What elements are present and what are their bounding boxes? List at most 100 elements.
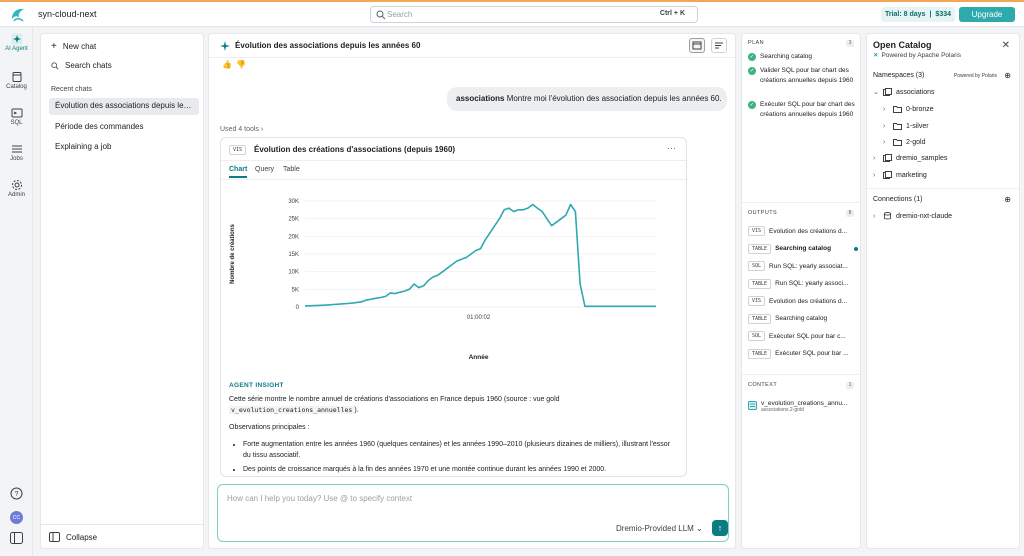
output-item[interactable]: TABLE Run SQL: yearly associ... xyxy=(748,277,858,291)
rail-admin[interactable]: Admin xyxy=(0,179,33,207)
user-message-context: associations xyxy=(456,94,505,103)
sparkle-icon xyxy=(220,41,230,51)
recent-chat-item[interactable]: Explaining a job xyxy=(49,139,199,156)
output-item[interactable]: SQL Exécuter SQL pour bar c... xyxy=(748,329,858,343)
namespaces-label: Namespaces (3) xyxy=(873,72,925,79)
top-bar: syn-cloud-next Search Ctrl + K Trial: 8 … xyxy=(0,0,1024,27)
more-options-icon[interactable]: ··· xyxy=(667,143,676,153)
context-item[interactable]: v_evolution_creations_annu... associatio… xyxy=(748,400,858,413)
rail-label-jobs: Jobs xyxy=(10,156,23,162)
y-tick-label: 0 xyxy=(296,305,300,311)
viz-badge: VIS xyxy=(229,145,247,155)
chat-header: Évolution des associations depuis les an… xyxy=(209,34,735,58)
observations-title: Observations principales : xyxy=(229,424,310,431)
plan-step: ✓ Valider SQL pour bar chart des création… xyxy=(748,66,858,86)
viz-header: VIS Évolution des créations d'associatio… xyxy=(221,138,686,161)
open-catalog-panel: Open Catalog ✕ Powered by Apache Polaris … xyxy=(866,33,1020,549)
user-message-text: Montre moi l'évolution des association d… xyxy=(504,94,722,103)
artifact-view-button[interactable] xyxy=(689,38,705,53)
tree-item-marketing[interactable]: › marketing xyxy=(873,171,927,179)
tree-item-1-silver[interactable]: › 1-silver xyxy=(883,122,929,130)
tree-item-0-bronze[interactable]: › 0-bronze xyxy=(883,105,934,113)
context-count: 1 xyxy=(846,382,854,389)
upgrade-button[interactable]: Upgrade xyxy=(959,7,1015,22)
y-tick-label: 25K xyxy=(288,217,299,223)
outputs-count: 8 xyxy=(846,210,854,217)
new-chat-label: New chat xyxy=(62,42,97,51)
chat-input-placeholder: How can I help you today? Use @ to speci… xyxy=(227,494,413,503)
plan-toggle-button[interactable] xyxy=(711,38,727,53)
tree-label: marketing xyxy=(896,171,927,179)
add-namespace-icon[interactable]: ⊕ xyxy=(1004,71,1011,80)
observations-list: Forte augmentation entre les années 1960… xyxy=(229,439,679,475)
output-item[interactable]: VIS Évolution des créations d... xyxy=(748,294,858,308)
add-connection-icon[interactable]: ⊕ xyxy=(1004,195,1011,204)
rail-ai-agent[interactable]: AI Agent xyxy=(0,33,33,61)
y-tick-label: 20K xyxy=(288,234,299,240)
output-item[interactable]: TABLE Searching catalog xyxy=(748,242,858,256)
chat-main: Évolution des associations depuis les an… xyxy=(208,33,736,549)
context-item-label: v_evolution_creations_annu... xyxy=(761,400,848,407)
chevron-right-icon: › xyxy=(883,122,886,130)
tree-item-dremio-samples[interactable]: › dremio_samples xyxy=(873,154,947,162)
dremio-logo-icon[interactable] xyxy=(8,5,28,25)
tab-table[interactable]: Table xyxy=(283,166,300,173)
connection-label: dremio-nxt-claude xyxy=(896,212,953,220)
search-icon xyxy=(376,10,386,20)
folder-icon xyxy=(893,139,902,146)
global-search[interactable]: Search Ctrl + K xyxy=(370,6,698,23)
sidebar-divider xyxy=(41,524,203,525)
tree-item-associations[interactable]: ⌄ associations xyxy=(873,88,935,96)
panel-toggle-icon[interactable] xyxy=(10,532,23,544)
output-badge: VIS xyxy=(748,226,766,236)
recent-chat-item[interactable]: Évolution des associations depuis les an… xyxy=(49,98,199,115)
rail-catalog[interactable]: Catalog xyxy=(0,71,33,99)
avatar[interactable]: CC xyxy=(10,511,23,524)
jobs-icon xyxy=(11,145,22,153)
tab-chart[interactable]: Chart xyxy=(229,166,248,178)
output-item[interactable]: TABLE Exécuter SQL pour bar ... xyxy=(748,347,858,361)
thumbs-down-icon[interactable]: 👎 xyxy=(236,60,246,69)
y-axis-label: Nombre de créations xyxy=(230,223,236,283)
collapse-icon xyxy=(49,532,60,542)
recent-chat-item[interactable]: Période des commandes xyxy=(49,119,199,136)
used-tools-toggle[interactable]: Used 4 tools › xyxy=(220,126,263,133)
close-icon[interactable]: ✕ xyxy=(1002,40,1010,51)
thumbs-up-icon[interactable]: 👍 xyxy=(222,60,232,69)
trial-badge: Trial: 8 days | $334 xyxy=(881,7,955,22)
rail-jobs[interactable]: Jobs xyxy=(0,143,33,171)
output-item[interactable]: VIS Évolution des créations d... xyxy=(748,224,858,238)
output-label: Run SQL: yearly associ... xyxy=(775,280,849,287)
chevron-right-icon: › xyxy=(873,171,876,179)
database-icon xyxy=(883,212,892,220)
chevron-right-icon: › xyxy=(883,105,886,113)
search-chats-button[interactable]: Search chats xyxy=(51,61,112,70)
catalog-subtitle-text: Powered by Apache Polaris xyxy=(881,51,961,59)
insight-header: AGENT INSIGHT xyxy=(229,382,284,389)
arrow-up-icon: ↑ xyxy=(717,523,723,533)
connection-item[interactable]: › dremio-nxt-claude xyxy=(873,212,952,220)
tab-query[interactable]: Query xyxy=(255,166,274,173)
catalog-title: Open Catalog xyxy=(873,40,932,50)
tree-item-2-gold[interactable]: › 2-gold xyxy=(883,138,925,146)
output-item[interactable]: SQL Run SQL: yearly associat... xyxy=(748,259,858,273)
rail-label-catalog: Catalog xyxy=(6,84,27,90)
model-selector[interactable]: Dremio-Provided LLM ⌄ xyxy=(616,524,703,533)
org-name[interactable]: syn-cloud-next xyxy=(38,9,97,19)
chat-sidebar: + New chat Search chats Recent chats Évo… xyxy=(40,33,204,549)
catalog-subtitle: ✕ Powered by Apache Polaris xyxy=(873,51,961,60)
rail-sql[interactable]: SQL xyxy=(0,107,33,135)
collapse-button[interactable]: Collapse xyxy=(49,532,97,542)
output-label: Searching catalog xyxy=(775,245,832,252)
plan-step: ✓ Searching catalog xyxy=(748,52,858,62)
new-chat-button[interactable]: + New chat xyxy=(51,41,96,52)
search-shortcut: Ctrl + K xyxy=(659,10,685,17)
gear-icon xyxy=(11,180,22,190)
user-message: associations Montre moi l'évolution des … xyxy=(447,87,727,111)
output-badge: VIS xyxy=(748,296,766,306)
y-tick-label: 30K xyxy=(288,199,299,205)
chat-input[interactable]: How can I help you today? Use @ to speci… xyxy=(217,484,729,542)
send-button[interactable]: ↑ xyxy=(712,520,728,536)
help-icon[interactable]: ? xyxy=(10,487,23,500)
output-item[interactable]: TABLE Searching catalog xyxy=(748,312,858,326)
